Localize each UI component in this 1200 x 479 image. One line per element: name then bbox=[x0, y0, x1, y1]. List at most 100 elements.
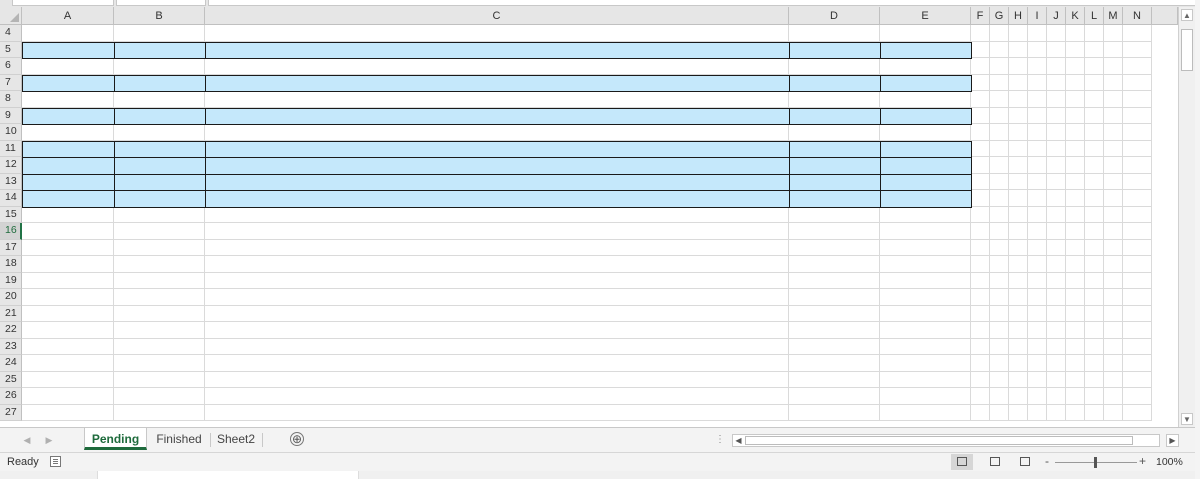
name-box[interactable] bbox=[12, 0, 114, 6]
column-header-c[interactable]: C bbox=[205, 7, 789, 25]
column-header-i[interactable]: I bbox=[1028, 7, 1047, 25]
row-header-14[interactable]: 14 bbox=[0, 190, 22, 207]
cell-c9[interactable] bbox=[205, 107, 790, 125]
scroll-down-icon[interactable]: ▼ bbox=[1181, 413, 1193, 425]
cell-c13[interactable] bbox=[205, 173, 790, 191]
macro-record-icon[interactable] bbox=[50, 456, 61, 467]
column-header-l[interactable]: L bbox=[1085, 7, 1104, 25]
row-header-10[interactable]: 10 bbox=[0, 124, 22, 141]
cell-d11[interactable] bbox=[789, 140, 881, 158]
column-header-h[interactable]: H bbox=[1009, 7, 1028, 25]
cell-e13[interactable] bbox=[880, 173, 972, 191]
normal-view-icon[interactable] bbox=[951, 454, 973, 470]
scroll-up-icon[interactable]: ▲ bbox=[1181, 9, 1193, 21]
row-header-27[interactable]: 27 bbox=[0, 404, 22, 421]
row-header-22[interactable]: 22 bbox=[0, 322, 22, 339]
row-header-18[interactable]: 18 bbox=[0, 256, 22, 273]
zoom-in-button[interactable]: + bbox=[1139, 454, 1146, 468]
cell-b11[interactable] bbox=[114, 140, 206, 158]
row-header-12[interactable]: 12 bbox=[0, 157, 22, 174]
row-header-17[interactable]: 17 bbox=[0, 239, 22, 256]
horizontal-scrollbar[interactable]: ◀ bbox=[732, 434, 1160, 447]
cell-c7[interactable] bbox=[205, 74, 790, 92]
worksheet-grid[interactable]: A B C D E F G H I J K L M N 4 5 6 7 8 9 10 11 12 13 14 15 16 17 18 19… bbox=[0, 7, 1178, 427]
page-layout-view-icon[interactable] bbox=[984, 454, 1006, 470]
cell-a13[interactable] bbox=[22, 173, 115, 191]
cell-c14[interactable] bbox=[205, 190, 790, 208]
row-header-23[interactable]: 23 bbox=[0, 338, 22, 355]
cell-a11[interactable] bbox=[22, 140, 115, 158]
cell-b7[interactable] bbox=[114, 74, 206, 92]
vertical-scroll-thumb[interactable] bbox=[1181, 29, 1193, 71]
row-header-16[interactable]: 16 bbox=[0, 223, 22, 240]
row-header-5[interactable]: 5 bbox=[0, 41, 22, 58]
column-header-g[interactable]: G bbox=[990, 7, 1009, 25]
prev-sheet-icon[interactable]: ◀ bbox=[20, 432, 34, 448]
row-header-6[interactable]: 6 bbox=[0, 58, 22, 75]
cell-d9[interactable] bbox=[789, 107, 881, 125]
vertical-scrollbar[interactable]: ▲ ▼ bbox=[1178, 7, 1195, 427]
row-header-25[interactable]: 25 bbox=[0, 371, 22, 388]
cell-e12[interactable] bbox=[880, 157, 972, 175]
cell-d13[interactable] bbox=[789, 173, 881, 191]
page-break-view-icon[interactable] bbox=[1014, 454, 1036, 470]
cell-c11[interactable] bbox=[205, 140, 790, 158]
formula-buttons[interactable] bbox=[116, 0, 206, 6]
zoom-level[interactable]: 100% bbox=[1156, 456, 1183, 468]
next-sheet-icon[interactable]: ▶ bbox=[42, 432, 56, 448]
column-header-a[interactable]: A bbox=[22, 7, 114, 25]
cell-e5[interactable] bbox=[880, 41, 972, 59]
column-header-k[interactable]: K bbox=[1066, 7, 1085, 25]
row-header-24[interactable]: 24 bbox=[0, 355, 22, 372]
cell-d12[interactable] bbox=[789, 157, 881, 175]
cell-d7[interactable] bbox=[789, 74, 881, 92]
cell-a9[interactable] bbox=[22, 107, 115, 125]
column-header-n[interactable]: N bbox=[1123, 7, 1152, 25]
column-header-f[interactable]: F bbox=[971, 7, 990, 25]
row-header-19[interactable]: 19 bbox=[0, 272, 22, 289]
cell-e7[interactable] bbox=[880, 74, 972, 92]
add-sheet-icon[interactable]: ⊕ bbox=[290, 432, 304, 446]
cell-e9[interactable] bbox=[880, 107, 972, 125]
column-header-j[interactable]: J bbox=[1047, 7, 1066, 25]
cell-e11[interactable] bbox=[880, 140, 972, 158]
row-header-20[interactable]: 20 bbox=[0, 289, 22, 306]
cell-d14[interactable] bbox=[789, 190, 881, 208]
cell-c12[interactable] bbox=[205, 157, 790, 175]
horizontal-scroll-thumb[interactable] bbox=[745, 436, 1133, 445]
row-header-9[interactable]: 9 bbox=[0, 107, 22, 124]
cell-b14[interactable] bbox=[114, 190, 206, 208]
cell-b5[interactable] bbox=[114, 41, 206, 59]
row-header-8[interactable]: 8 bbox=[0, 91, 22, 108]
row-header-11[interactable]: 11 bbox=[0, 140, 22, 157]
cell-e14[interactable] bbox=[880, 190, 972, 208]
cell-a5[interactable] bbox=[22, 41, 115, 59]
select-all-button[interactable] bbox=[0, 7, 22, 25]
row-header-15[interactable]: 15 bbox=[0, 206, 22, 223]
cell-b13[interactable] bbox=[114, 173, 206, 191]
formula-input[interactable] bbox=[208, 0, 1196, 6]
column-header-b[interactable]: B bbox=[114, 7, 205, 25]
tab-finished[interactable]: Finished bbox=[150, 428, 208, 450]
column-header-e[interactable]: E bbox=[880, 7, 971, 25]
row-header-26[interactable]: 26 bbox=[0, 388, 22, 405]
zoom-slider-handle[interactable] bbox=[1094, 457, 1097, 468]
column-header-d[interactable]: D bbox=[789, 7, 880, 25]
cell-a12[interactable] bbox=[22, 157, 115, 175]
cell-c5[interactable] bbox=[205, 41, 790, 59]
tab-sheet2[interactable]: Sheet2 bbox=[214, 428, 258, 450]
tab-pending[interactable]: Pending bbox=[84, 428, 147, 450]
scroll-left-icon[interactable]: ◀ bbox=[733, 435, 744, 446]
column-header-m[interactable]: M bbox=[1104, 7, 1123, 25]
cell-a14[interactable] bbox=[22, 190, 115, 208]
cell-d5[interactable] bbox=[789, 41, 881, 59]
cell-a7[interactable] bbox=[22, 74, 115, 92]
row-header-4[interactable]: 4 bbox=[0, 25, 22, 42]
split-handle-icon[interactable]: ⋮ bbox=[715, 434, 725, 445]
row-header-21[interactable]: 21 bbox=[0, 305, 22, 322]
zoom-out-button[interactable]: - bbox=[1045, 454, 1049, 468]
cell-b12[interactable] bbox=[114, 157, 206, 175]
row-header-13[interactable]: 13 bbox=[0, 173, 22, 190]
cell-b9[interactable] bbox=[114, 107, 206, 125]
row-header-7[interactable]: 7 bbox=[0, 74, 22, 91]
